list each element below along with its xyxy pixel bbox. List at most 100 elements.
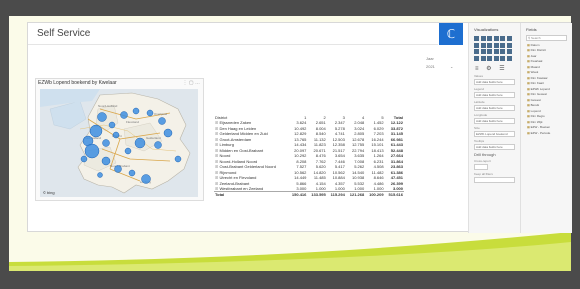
region-label: Overijssel (154, 112, 168, 116)
district-name: Gelderland Midden en Zuid (219, 131, 268, 137)
app-logo-icon[interactable]: ℂ (439, 23, 463, 45)
map-visual[interactable]: EZWb Lopend boekend by Kwelaar ⋮ ▢ … Noo… (35, 78, 204, 201)
visual-type-icon[interactable] (480, 36, 486, 41)
field-label: Datum (530, 42, 540, 47)
frame-bottom (0, 271, 580, 289)
page-title: Self Service (37, 28, 91, 39)
field-well-label: Legend (474, 86, 485, 91)
map-bubble (124, 147, 132, 155)
visual-type-icon[interactable] (480, 55, 486, 61)
region-label: Noord-Holland (98, 104, 118, 108)
map-bubble (154, 141, 162, 149)
map-bubble (102, 139, 110, 147)
district-name: Eijssneden Zaken (219, 120, 252, 126)
visual-type-icon[interactable] (506, 36, 512, 41)
visual-type-icon[interactable] (493, 36, 499, 41)
visual-type-icon[interactable] (480, 42, 486, 48)
decorative-wave (9, 232, 571, 271)
chevron-down-icon: ⌄ (450, 64, 454, 69)
field-label: Dim Wijk (530, 119, 543, 124)
field-well-label: Latitude (474, 99, 485, 104)
total-value: 515.616 (384, 191, 404, 197)
district-name: Zeeland-Brabant (219, 180, 250, 186)
visual-type-icon[interactable] (493, 42, 499, 48)
map-bubble (97, 172, 103, 178)
map-bubble (89, 124, 103, 138)
visual-type-icon[interactable] (474, 42, 479, 48)
visual-type-icon[interactable] (474, 49, 479, 54)
format-tabs[interactable]: ≡ ⚙ ☰ (469, 61, 520, 72)
field-label: Kwartaal (530, 59, 543, 63)
visual-type-grid[interactable] (469, 32, 520, 61)
year-slicer[interactable]: Jaar 2021 ⌄ (426, 55, 460, 71)
map-bubble (114, 165, 122, 173)
field-label: Dim District (530, 48, 547, 52)
visual-type-icon[interactable] (493, 49, 499, 54)
field-label: EZWb Lopend (530, 86, 550, 91)
field-label: EZW - Periode (530, 130, 551, 135)
visual-type-icon[interactable] (500, 55, 505, 61)
visual-type-icon[interactable] (480, 49, 486, 54)
pane-title: Visualizations (474, 27, 499, 32)
field-item[interactable]: ▦ EZW - Periode (521, 129, 572, 135)
visual-type-icon[interactable] (474, 55, 479, 61)
district-name: Midden en Oost-Brabant (219, 147, 264, 153)
district-name: Noord-Holland Noord (219, 158, 258, 164)
drill-through-field-well[interactable] (474, 176, 515, 183)
visual-type-icon[interactable] (487, 36, 492, 41)
field-label: Maand (530, 64, 540, 69)
field-label: Dim Kaart (530, 81, 545, 85)
field-label: Dim Kwelaar (530, 75, 548, 80)
report-screen: Self Service ℂ Jaar 2021 ⌄ EZWb Lopend b… (27, 22, 572, 233)
field-wells: Values Add data fields here Legend Add data… (469, 72, 520, 150)
frame-left (0, 0, 9, 289)
map-bubble (80, 155, 88, 163)
visual-type-icon[interactable] (500, 49, 505, 54)
field-label: Bereik (530, 103, 540, 107)
map-bubble (132, 107, 140, 115)
map-title: EZWb Lopend boekend by Kwelaar (38, 80, 117, 86)
bing-logo: © bing (43, 190, 55, 195)
visual-type-icon[interactable] (487, 55, 492, 61)
table-body: ⊞ Eijssneden Zaken 3.624 2.651 2.347 2.048 1.… (214, 120, 404, 197)
map-canvas[interactable]: Noord-Holland Flevoland Zuid-Holland Utr… (40, 89, 198, 197)
visual-type-icon[interactable] (500, 42, 505, 48)
field-label: EZW - Boeken (530, 125, 551, 129)
visual-options-icon[interactable]: ⋮ ▢ … (182, 80, 200, 86)
map-bubble (112, 131, 120, 139)
field-well-label: Size (474, 125, 480, 130)
frame-top (0, 0, 580, 16)
fields-pane: Fields ⚲ Search ▦ Datum ▦ Dim District ▦ J… (520, 23, 572, 233)
visual-type-icon[interactable] (487, 49, 492, 54)
total-value: 150.416 (288, 191, 308, 197)
map-bubble (158, 117, 166, 125)
total-value: 115.294 (326, 191, 346, 197)
visualizations-pane: Visualizations ≡ ⚙ ☰ Values Add data fiel… (468, 23, 520, 233)
total-value: 100.209 (365, 191, 385, 197)
visual-type-icon[interactable] (487, 42, 492, 48)
visual-type-icon[interactable] (500, 36, 505, 41)
total-value: 121.268 (345, 191, 366, 197)
drill-through-label: Drill through (474, 151, 496, 157)
map-bubble (146, 109, 154, 117)
map-bubble (97, 112, 107, 122)
cross-report-label: Cross-report (474, 158, 491, 163)
region-label: Flevoland (126, 120, 139, 124)
map-bubble (134, 137, 146, 149)
visual-type-icon[interactable] (506, 42, 512, 48)
map-bubble (174, 155, 182, 163)
matrix-visual[interactable]: District 1 2 3 4 5 Total ⊞ Eijssneden Za… (214, 114, 404, 197)
visual-type-icon[interactable] (506, 49, 512, 54)
district-name: Den Haag en Leiden (219, 125, 257, 131)
frame-right (571, 0, 580, 289)
visual-type-icon[interactable] (506, 55, 512, 61)
district-name: Oost-Brabant Gelderland Noord (219, 164, 276, 170)
field-list: ▦ Datum ▦ Dim District ▦ Jaar ▦ Kwartaal ▦ M… (521, 41, 572, 135)
slicer-label: Jaar (426, 56, 434, 61)
map-bubble (141, 174, 151, 184)
district-name: Rijnmond (219, 169, 237, 175)
field-label: Jaar (530, 53, 537, 58)
netherlands-map: Noord-Holland Flevoland Zuid-Holland Utr… (40, 89, 198, 197)
visual-type-icon[interactable] (493, 55, 499, 61)
visual-type-icon[interactable] (474, 36, 479, 41)
